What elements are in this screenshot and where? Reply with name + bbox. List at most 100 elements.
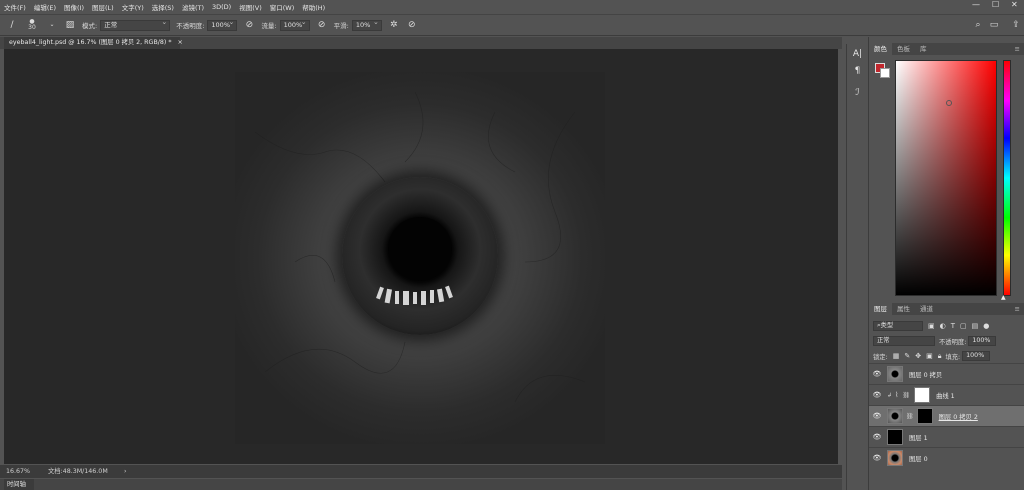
layer-row[interactable]: 👁︎ ⛓︎ 图层 0 拷贝 2 (869, 405, 1024, 426)
color-picker-field[interactable] (895, 60, 997, 296)
layer-thumbnail (887, 366, 903, 382)
filter-type-icon[interactable]: T (951, 322, 955, 330)
blend-row: 正常 不透明度: 100% (869, 336, 1024, 346)
airbrush-icon[interactable]: ⊘ (316, 19, 328, 31)
search-icon[interactable]: ⌕ (972, 19, 984, 31)
clipping-arrow-icon: ↲ (887, 391, 893, 399)
layer-row[interactable]: 👁︎ 图层 0 拷贝 (869, 363, 1024, 384)
layer-name[interactable]: 图层 0 拷贝 2 (939, 412, 978, 421)
layer-name[interactable]: 图层 1 (909, 433, 928, 442)
menu-type[interactable]: 文字(Y) (118, 2, 148, 12)
layer-mask-thumbnail[interactable] (916, 408, 933, 424)
menu-image[interactable]: 图像(I) (60, 2, 88, 12)
brush-tool-icon[interactable]: ∕ (6, 19, 18, 31)
character-panel-icon[interactable]: A| (850, 47, 866, 61)
visibility-eye-icon[interactable]: 👁︎ (871, 412, 883, 420)
paragraph-panel-icon[interactable]: ¶ (850, 64, 866, 78)
menu-view[interactable]: 视图(V) (235, 2, 266, 12)
glyphs-panel-icon[interactable]: ℐ (850, 86, 866, 100)
pupil (388, 217, 452, 281)
hue-slider-handle[interactable]: ▲ (1001, 294, 1006, 301)
tab-libraries[interactable]: 库 (915, 43, 932, 55)
tab-color[interactable]: 颜色 (869, 43, 892, 55)
share-icon[interactable]: ⇪ (1010, 19, 1022, 31)
layers-panel-tabs: 图层 属性 通道 ≡ (869, 303, 1024, 315)
lock-transparent-icon[interactable]: ▦ (893, 352, 900, 360)
brush-panel-icon[interactable]: ▨ (64, 19, 76, 31)
tab-channels[interactable]: 通道 (915, 303, 938, 315)
iris-highlight (376, 285, 453, 305)
visibility-eye-icon[interactable]: 👁︎ (871, 454, 883, 462)
pressure-size-icon[interactable]: ⊘ (406, 19, 418, 31)
chevron-down-icon[interactable]: ⌄ (46, 19, 58, 31)
workspace-icon[interactable]: ▭ (988, 19, 1000, 31)
filter-shape-icon[interactable]: ▢ (960, 322, 967, 330)
color-panel-tabs: 颜色 色板 库 ≡ (869, 43, 1024, 55)
filter-toggle-icon[interactable]: ● (983, 322, 989, 330)
blend-mode-select[interactable]: 正常 (873, 336, 935, 346)
hue-slider[interactable] (1003, 60, 1011, 296)
fill-input[interactable]: 100% (962, 351, 991, 361)
layer-name[interactable]: 图层 0 拷贝 (909, 370, 942, 379)
minimize-button[interactable]: — (972, 0, 980, 9)
smoothing-settings-icon[interactable]: ✲ (388, 19, 400, 31)
close-window-button[interactable]: ✕ (1011, 0, 1018, 9)
brush-preset-picker[interactable]: ● 30 (24, 19, 40, 31)
tab-properties[interactable]: 属性 (892, 303, 915, 315)
layer-row[interactable]: 👁︎ 图层 0 (869, 447, 1024, 468)
visibility-eye-icon[interactable]: 👁︎ (871, 391, 883, 399)
tab-swatches[interactable]: 色板 (892, 43, 915, 55)
layer-filter-value: 类型 (880, 322, 894, 329)
lock-all-icon[interactable]: 🔒︎ (938, 352, 942, 361)
menu-help[interactable]: 帮助(H) (298, 2, 329, 12)
lock-artboard-icon[interactable]: ▣ (926, 352, 933, 360)
panel-menu-icon[interactable]: ≡ (1010, 43, 1024, 55)
tab-layers[interactable]: 图层 (869, 303, 892, 315)
filter-adjustment-icon[interactable]: ◐ (940, 322, 946, 330)
menu-select[interactable]: 选择(S) (148, 2, 178, 12)
filter-pixel-icon[interactable]: ▣ (928, 322, 935, 330)
link-icon: ⛓︎ (906, 412, 914, 420)
menu-bar: 文件(F) 编辑(E) 图像(I) 图层(L) 文字(Y) 选择(S) 滤镜(T… (0, 0, 1024, 13)
layer-row[interactable]: 👁︎ ↲ ⌇ ⛓︎ 曲线 1 (869, 384, 1024, 405)
mode-select[interactable]: 正常 (100, 18, 171, 31)
menu-edit[interactable]: 编辑(E) (30, 2, 60, 12)
color-picker-cursor[interactable] (946, 100, 952, 106)
layer-thumbnail (887, 429, 903, 445)
visibility-eye-icon[interactable]: 👁︎ (871, 433, 883, 441)
layer-filter-select[interactable]: ⌕类型 (873, 321, 923, 331)
background-color-swatch[interactable] (880, 68, 890, 78)
pressure-opacity-icon[interactable]: ⊘ (243, 19, 255, 31)
smooth-input[interactable]: 10% (351, 18, 382, 31)
menu-layer[interactable]: 图层(L) (88, 2, 118, 12)
status-menu-arrow[interactable]: › (124, 465, 127, 478)
panel-menu-icon[interactable]: ≡ (1010, 303, 1024, 315)
layer-mask-thumbnail[interactable] (914, 387, 931, 403)
maximize-button[interactable]: ☐ (992, 0, 999, 9)
menu-window[interactable]: 窗口(W) (266, 2, 299, 12)
timeline-tab[interactable]: 时间轴 (4, 479, 34, 490)
menu-file[interactable]: 文件(F) (0, 2, 30, 12)
lock-label: 锁定: (873, 353, 888, 361)
opacity-input[interactable]: 100% (207, 18, 238, 31)
close-tab-icon[interactable]: × (178, 39, 183, 46)
visibility-eye-icon[interactable]: 👁︎ (871, 370, 883, 378)
brush-size-value: 30 (28, 24, 36, 31)
menu-filter[interactable]: 滤镜(T) (178, 2, 208, 12)
layer-row[interactable]: 👁︎ 图层 1 (869, 426, 1024, 447)
lock-position-icon[interactable]: ✥ (915, 352, 921, 360)
layer-opacity-label: 不透明度: (939, 338, 967, 346)
fill-label: 填充: (945, 353, 961, 361)
zoom-level[interactable]: 16.67% (6, 465, 30, 478)
document-tab[interactable]: eyeball4_light.psd @ 16.7% (图层 0 拷贝 2, R… (4, 37, 183, 49)
layer-opacity-input[interactable]: 100% (968, 336, 997, 346)
layer-name[interactable]: 曲线 1 (936, 391, 955, 400)
menu-3d[interactable]: 3D(D) (208, 3, 235, 11)
flow-input[interactable]: 100% (279, 18, 310, 31)
lock-pixels-icon[interactable]: ✎ (904, 352, 910, 360)
layer-name[interactable]: 图层 0 (909, 454, 928, 463)
options-bar: ∕ ●30 ⌄ ▨ 模式: 正常 不透明度: 100% ⊘ 流量: 100% ⊘… (0, 14, 1024, 36)
filter-smart-object-icon[interactable]: ▤ (972, 322, 979, 330)
right-panels: 颜色 色板 库 ≡ ▲ 图层 属性 通道 ≡ ⌕类型 ▣ ◐ T ▢ ▤ ● 正… (868, 37, 1024, 490)
document-canvas[interactable] (235, 72, 605, 444)
